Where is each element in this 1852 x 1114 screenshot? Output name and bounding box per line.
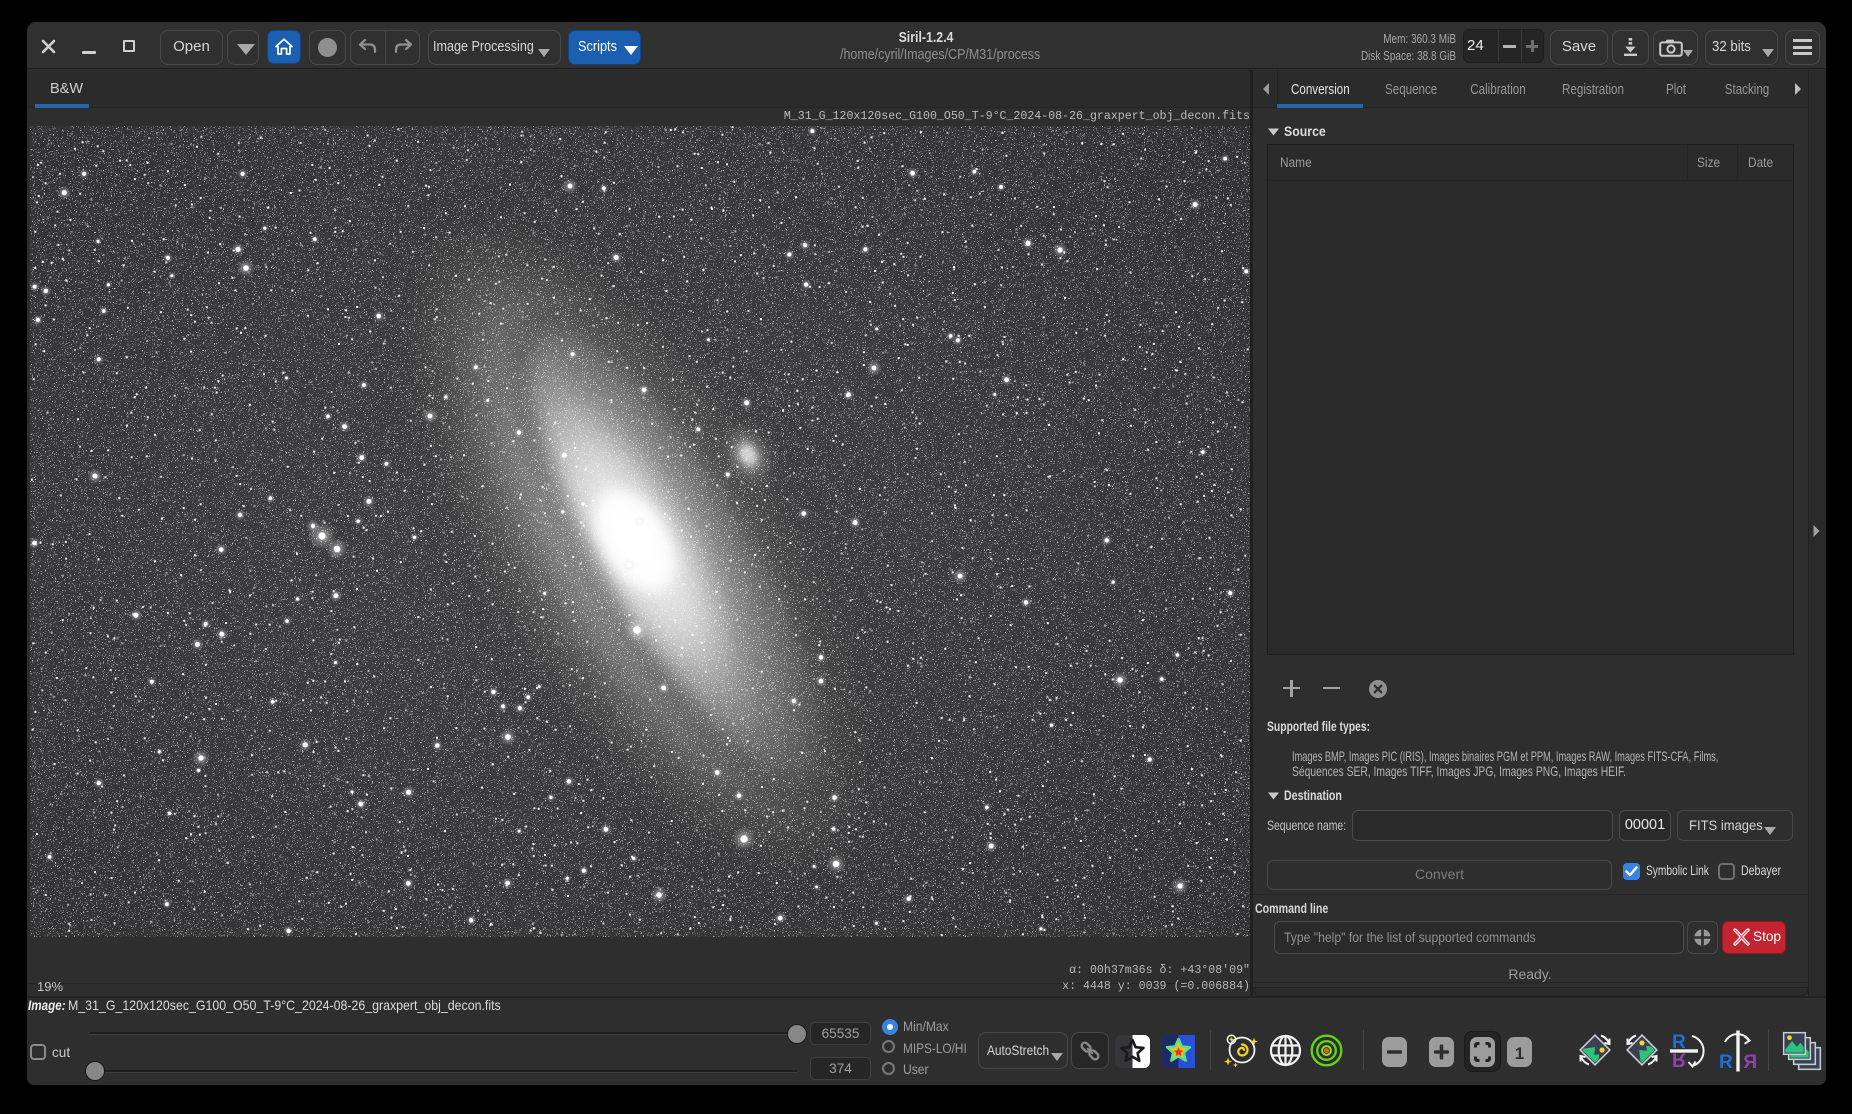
svg-text:R: R bbox=[1719, 1052, 1733, 1073]
svg-text:1: 1 bbox=[1515, 1044, 1524, 1063]
svg-text:R: R bbox=[1743, 1052, 1757, 1073]
